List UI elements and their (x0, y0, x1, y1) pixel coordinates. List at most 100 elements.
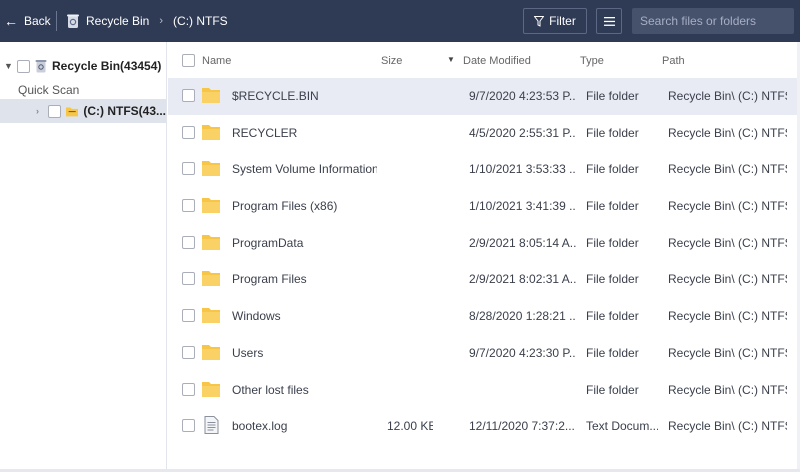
row-checkbox[interactable] (182, 382, 195, 396)
chevron-right-icon: › (159, 15, 164, 27)
view-menu-button[interactable] (596, 8, 622, 34)
folder-icon (202, 88, 220, 103)
cell-name: Other lost files (232, 382, 309, 397)
column-header-path[interactable]: Path (662, 55, 685, 67)
folder-icon (202, 234, 220, 250)
table-row[interactable]: $RECYCLE.BIN 9/7/2020 4:23:53 P... File fo… (168, 78, 800, 115)
tree-root-checkbox[interactable] (17, 59, 30, 73)
table-row[interactable]: Other lost files File folder Recycle Bin\ … (168, 372, 800, 409)
table-row[interactable]: bootex.log 12.00 KB 12/11/2020 7:37:2... Te… (168, 408, 800, 445)
cell-type: File folder (586, 162, 639, 177)
tree-item-drive[interactable]: › (C:) NTFS(43... (0, 99, 166, 123)
cell-type: File folder (586, 382, 639, 397)
cell-name: Users (232, 345, 264, 360)
cell-path: Recycle Bin\ (C:) NTFS\... (668, 419, 787, 434)
cell-date-modified: 1/10/2021 3:41:39 ... (469, 199, 576, 214)
row-checkbox[interactable] (182, 309, 195, 323)
chevron-down-icon[interactable]: ▼ (4, 61, 13, 71)
cell-type: File folder (586, 272, 639, 287)
cell-type: File folder (586, 125, 639, 140)
recycle-bin-icon (35, 60, 47, 73)
row-checkbox[interactable] (182, 272, 195, 286)
recycle-bin-icon (67, 14, 79, 28)
cell-type: File folder (586, 235, 639, 250)
cell-date-modified: 9/7/2020 4:23:30 P... (469, 345, 576, 360)
folder-icon (202, 161, 220, 177)
file-list: $RECYCLE.BIN 9/7/2020 4:23:53 P... File fo… (168, 78, 800, 445)
cell-date-modified: 8/28/2020 1:28:21 ... (469, 309, 576, 324)
cell-path: Recycle Bin\ (C:) NTFS\... (668, 382, 787, 397)
divider (56, 11, 57, 31)
select-all-checkbox[interactable] (182, 54, 195, 67)
table-row[interactable]: System Volume Information 1/10/2021 3:53:… (168, 151, 800, 188)
table-row[interactable]: Program Files (x86) 1/10/2021 3:41:39 ...… (168, 188, 800, 225)
row-checkbox[interactable] (182, 419, 195, 433)
list-menu-icon (603, 16, 615, 26)
column-header-type[interactable]: Type (580, 55, 604, 67)
search-box (632, 8, 800, 34)
cell-name: Program Files (232, 272, 307, 287)
cell-path: Recycle Bin\ (C:) NTFS\... (668, 235, 787, 250)
cell-name: RECYCLER (232, 125, 298, 140)
row-checkbox[interactable] (182, 89, 195, 102)
cell-type: File folder (586, 309, 639, 324)
tree-root-recycle-bin[interactable]: ▼ Recycle Bin(43454) (4, 58, 161, 74)
cell-name: Windows (232, 309, 281, 324)
cell-path: Recycle Bin\ (C:) NTFS\... (668, 199, 787, 214)
breadcrumb-recycle-bin[interactable]: Recycle Bin (86, 14, 149, 28)
cell-name: $RECYCLE.BIN (232, 89, 319, 103)
cell-path: Recycle Bin\ (C:) NTFS\... (668, 345, 787, 360)
table-row[interactable]: Program Files 2/9/2021 8:02:31 A... File f… (168, 261, 800, 298)
cell-date-modified: 1/10/2021 3:53:33 ... (469, 162, 576, 177)
cell-type: File folder (586, 89, 639, 103)
row-checkbox[interactable] (182, 199, 195, 213)
row-checkbox[interactable] (182, 345, 195, 359)
table-row[interactable]: ProgramData 2/9/2021 8:05:14 A... File fol… (168, 225, 800, 262)
table-row[interactable]: RECYCLER 4/5/2020 2:55:31 P... File folder… (168, 115, 800, 152)
section-label: Quick Scan (18, 83, 80, 97)
cell-name: Program Files (x86) (232, 199, 338, 214)
breadcrumb-drive[interactable]: (C:) NTFS (173, 14, 228, 28)
cell-date-modified: 9/7/2020 4:23:53 P... (469, 89, 576, 103)
cell-path: Recycle Bin\ (C:) NTFS\... (668, 89, 787, 103)
filter-label: Filter (549, 14, 576, 28)
tree-item-checkbox[interactable] (48, 104, 62, 118)
folder-icon (202, 381, 220, 397)
column-header-date-modified[interactable]: Date Modified (463, 55, 531, 67)
cell-path: Recycle Bin\ (C:) NTFS\... (668, 272, 787, 287)
cell-date-modified: 4/5/2020 2:55:31 P... (469, 125, 576, 140)
row-checkbox[interactable] (182, 162, 195, 176)
table-header: Name Size ▼ Date Modified Type Path (168, 42, 800, 78)
table-row[interactable]: Windows 8/28/2020 1:28:21 ... File folder R… (168, 298, 800, 335)
search-input[interactable] (632, 8, 800, 34)
cell-type: File folder (586, 345, 639, 360)
row-checkbox[interactable] (182, 125, 195, 139)
column-header-size[interactable]: Size (381, 55, 402, 67)
cell-date-modified: 2/9/2021 8:05:14 A... (469, 235, 576, 250)
filter-icon (534, 15, 545, 27)
tree-item-label: (C:) NTFS(43... (83, 104, 166, 118)
back-label: Back (24, 14, 51, 28)
cell-size: 12.00 KB (387, 419, 433, 434)
table-row[interactable]: Users 9/7/2020 4:23:30 P... File folder Rec… (168, 335, 800, 372)
chevron-right-icon[interactable]: › (36, 106, 43, 116)
cell-name: ProgramData (232, 235, 304, 250)
top-bar: ← Back Recycle Bin › (C:) NTFS Filter (0, 0, 800, 42)
cell-path: Recycle Bin\ (C:) NTFS\... (668, 162, 787, 177)
folder-icon (202, 308, 220, 324)
text-file-icon (204, 416, 219, 435)
folder-icon (202, 271, 220, 287)
filter-button[interactable]: Filter (523, 8, 587, 34)
sidebar: ▼ Recycle Bin(43454) Quick Scan › (C:) N… (0, 42, 167, 472)
cell-path: Recycle Bin\ (C:) NTFS\... (668, 125, 787, 140)
column-header-name[interactable]: Name (202, 55, 231, 67)
back-button[interactable]: ← Back (4, 11, 51, 31)
cell-date-modified: 2/9/2021 8:02:31 A... (469, 272, 576, 287)
cell-type: Text Docum... (586, 419, 658, 434)
folder-icon (202, 198, 220, 214)
back-arrow-icon: ← (4, 13, 18, 29)
tree-root-label: Recycle Bin(43454) (52, 59, 162, 73)
breadcrumb: Recycle Bin › (C:) NTFS (66, 11, 228, 31)
row-checkbox[interactable] (182, 235, 195, 249)
folder-icon (66, 107, 79, 116)
